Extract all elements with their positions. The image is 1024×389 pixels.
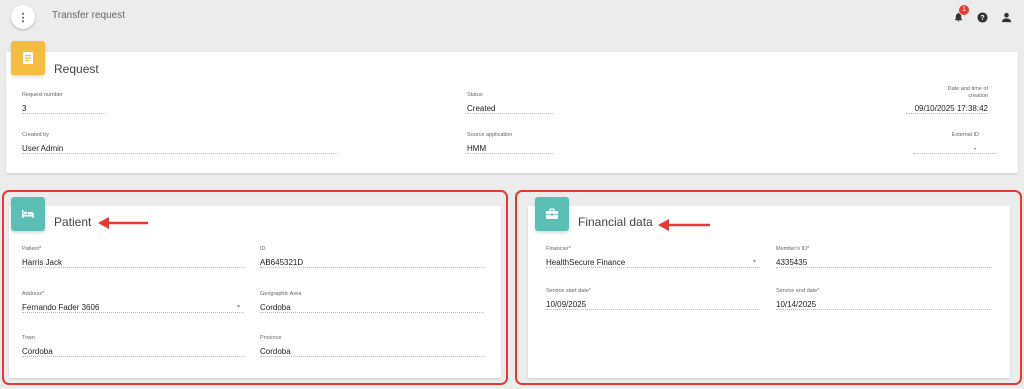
arrow-left-icon bbox=[98, 217, 148, 229]
svg-text:?: ? bbox=[980, 14, 984, 21]
created-by-field: Created by User Admin bbox=[22, 132, 338, 154]
user-icon[interactable] bbox=[999, 10, 1013, 24]
help-icon[interactable]: ? bbox=[975, 10, 989, 24]
created-by-label: Created by bbox=[22, 132, 49, 138]
source-application-value: HMM bbox=[467, 139, 553, 154]
request-number-value: 3 bbox=[22, 99, 106, 114]
creation-date-label: Date and time of creation bbox=[947, 86, 988, 99]
request-number-field: Request number 3 bbox=[22, 92, 106, 114]
request-title: Request bbox=[54, 62, 99, 76]
status-label: Status bbox=[467, 92, 483, 98]
page-title: Transfer request bbox=[52, 10, 125, 21]
patient-highlight-box bbox=[2, 190, 508, 385]
top-bar: ⋮ Transfer request 1 ? bbox=[0, 0, 1024, 36]
external-id-value: - bbox=[913, 139, 997, 154]
creation-date-value: 09/10/2025 17:38:42 bbox=[906, 99, 988, 114]
external-id-field: External ID - bbox=[913, 132, 997, 154]
financial-highlight-box bbox=[515, 190, 1022, 385]
arrow-left-icon bbox=[658, 219, 710, 231]
external-id-label: External ID bbox=[951, 132, 979, 138]
request-number-label: Request number bbox=[22, 92, 63, 98]
status-field: Status Created bbox=[467, 92, 553, 114]
source-application-label: Source application bbox=[467, 132, 513, 138]
status-value: Created bbox=[467, 99, 553, 114]
document-icon bbox=[11, 41, 45, 75]
creation-date-field: Date and time of creation 09/10/2025 17:… bbox=[906, 86, 988, 114]
more-vertical-icon[interactable]: ⋮ bbox=[11, 5, 35, 29]
notification-badge: 1 bbox=[959, 5, 969, 15]
created-by-value: User Admin bbox=[22, 139, 338, 154]
source-application-field: Source application HMM bbox=[467, 132, 553, 154]
